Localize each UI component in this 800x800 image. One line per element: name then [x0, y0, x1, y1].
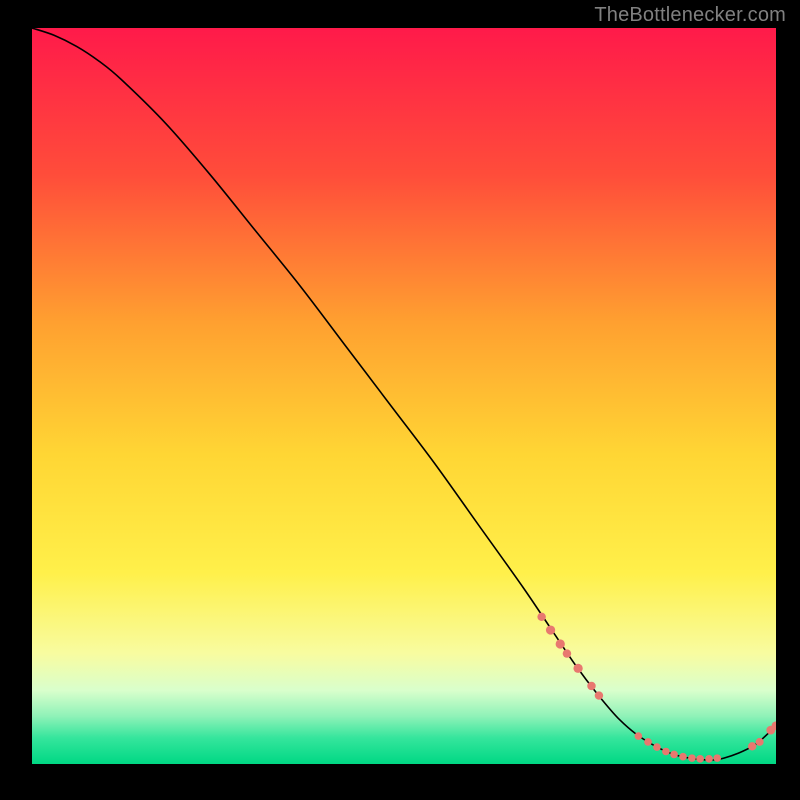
chart-stage: TheBottlenecker.com [0, 0, 800, 800]
marker-dot [546, 625, 555, 634]
marker-dot [563, 649, 571, 657]
marker-dot [713, 754, 721, 762]
plot-area [32, 28, 776, 764]
marker-dot [587, 682, 595, 690]
marker-dot [537, 613, 545, 621]
watermark-text: TheBottlenecker.com [594, 4, 786, 27]
highlighted-points [537, 613, 776, 763]
marker-dot [748, 742, 756, 750]
marker-dot [573, 664, 582, 673]
marker-dot [556, 639, 565, 648]
marker-dot [635, 732, 643, 740]
marker-dot [670, 751, 678, 759]
marker-dot [679, 753, 687, 761]
marker-dot [662, 748, 670, 756]
marker-dot [595, 691, 603, 699]
bottleneck-curve [32, 28, 776, 760]
marker-dot [756, 738, 764, 746]
marker-dot [688, 754, 696, 762]
marker-dot [696, 755, 704, 763]
marker-dot [644, 738, 652, 746]
marker-dot [705, 755, 713, 763]
marker-dot [653, 743, 661, 751]
curve-layer [32, 28, 776, 764]
